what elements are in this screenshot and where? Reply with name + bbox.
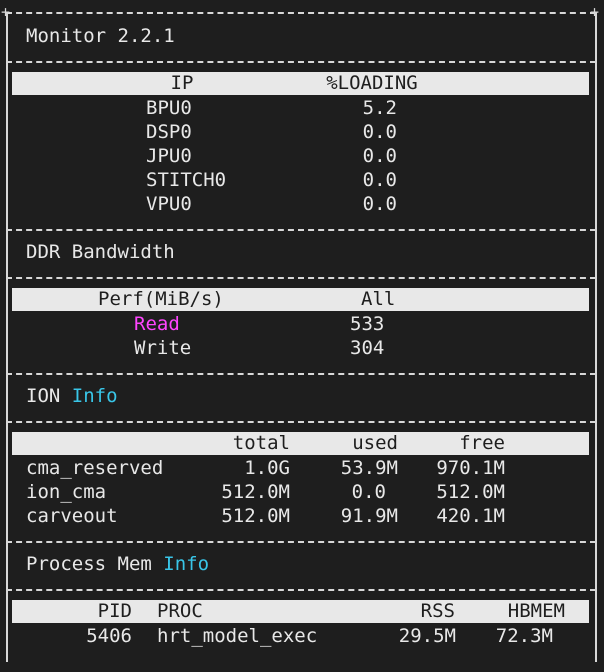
ip-name: JPU0 bbox=[146, 145, 192, 167]
hbmem-column-header: HBMEM bbox=[507, 600, 565, 622]
process-mem-title-info: Info bbox=[163, 553, 210, 575]
process-rss: 29.5M bbox=[398, 625, 456, 647]
process-mem-title-prefix: Process Mem bbox=[26, 553, 152, 575]
process-hbmem: 72.3M bbox=[495, 625, 553, 647]
ion-row-total: 512.0M bbox=[221, 505, 290, 527]
divider bbox=[6, 589, 596, 591]
terminal-window: + + Monitor 2.2.1 IP %LOADING BPU0 5.2 D… bbox=[0, 0, 604, 672]
perf-column-header: Perf(MiB/s) bbox=[98, 288, 224, 310]
divider bbox=[6, 277, 596, 279]
ip-name: STITCH0 bbox=[146, 169, 227, 191]
total-column-header: total bbox=[232, 432, 290, 454]
pid-column-header: PID bbox=[97, 600, 132, 622]
right-border bbox=[595, 12, 597, 662]
loading-column-header: %LOADING bbox=[326, 72, 418, 94]
ip-loading: 0.0 bbox=[362, 145, 397, 167]
ddr-write-label: Write bbox=[134, 337, 192, 359]
process-mem-section-title: Process Mem Info bbox=[26, 552, 209, 576]
ddr-section-title: DDR Bandwidth bbox=[26, 241, 175, 263]
ip-name: BPU0 bbox=[146, 97, 192, 119]
ion-section-title: ION Info bbox=[26, 384, 118, 408]
top-border bbox=[6, 12, 596, 14]
ion-row-name: ion_cma bbox=[26, 481, 107, 503]
ip-loading: 0.0 bbox=[362, 121, 397, 143]
ion-row-free: 512.0M bbox=[436, 481, 505, 503]
app-title: Monitor 2.2.1 bbox=[26, 25, 175, 47]
free-column-header: free bbox=[459, 432, 505, 454]
process-table-header: PID PROC RSS HBMEM bbox=[12, 600, 589, 623]
used-column-header: used bbox=[352, 432, 398, 454]
ion-title-info: Info bbox=[71, 385, 118, 407]
divider bbox=[6, 421, 596, 423]
ip-name: DSP0 bbox=[146, 121, 192, 143]
all-column-header: All bbox=[361, 288, 396, 310]
ip-loading: 0.0 bbox=[362, 169, 397, 191]
ddr-read-label: Read bbox=[134, 313, 180, 335]
ion-row-total: 512.0M bbox=[221, 481, 290, 503]
ip-table-header: IP %LOADING bbox=[12, 72, 589, 95]
ip-loading: 0.0 bbox=[362, 193, 397, 215]
left-border bbox=[6, 12, 8, 662]
ddr-write-value: 304 bbox=[350, 337, 385, 359]
divider bbox=[6, 373, 596, 375]
ion-row-used: 53.9M bbox=[340, 457, 398, 479]
ion-title-prefix: ION bbox=[26, 385, 61, 407]
process-name: hrt_model_exec bbox=[157, 625, 318, 647]
divider bbox=[6, 61, 596, 63]
divider bbox=[6, 229, 596, 231]
ion-row-free: 970.1M bbox=[436, 457, 505, 479]
ion-row-free: 420.1M bbox=[436, 505, 505, 527]
ion-table-header: total used free bbox=[12, 432, 589, 455]
ion-row-used: 0.0 bbox=[351, 481, 386, 503]
ion-row-name: cma_reserved bbox=[26, 457, 164, 479]
ion-row-total: 1.0G bbox=[244, 457, 290, 479]
divider bbox=[6, 541, 596, 543]
ip-loading: 5.2 bbox=[362, 97, 397, 119]
ip-column-header: IP bbox=[170, 72, 194, 94]
ddr-read-value: 533 bbox=[350, 313, 385, 335]
ip-name: VPU0 bbox=[146, 193, 192, 215]
rss-column-header: RSS bbox=[420, 600, 455, 622]
proc-column-header: PROC bbox=[157, 600, 203, 622]
ion-row-used: 91.9M bbox=[340, 505, 398, 527]
ddr-table-header: Perf(MiB/s) All bbox=[12, 288, 589, 311]
ion-row-name: carveout bbox=[26, 505, 118, 527]
process-pid: 5406 bbox=[86, 625, 132, 647]
